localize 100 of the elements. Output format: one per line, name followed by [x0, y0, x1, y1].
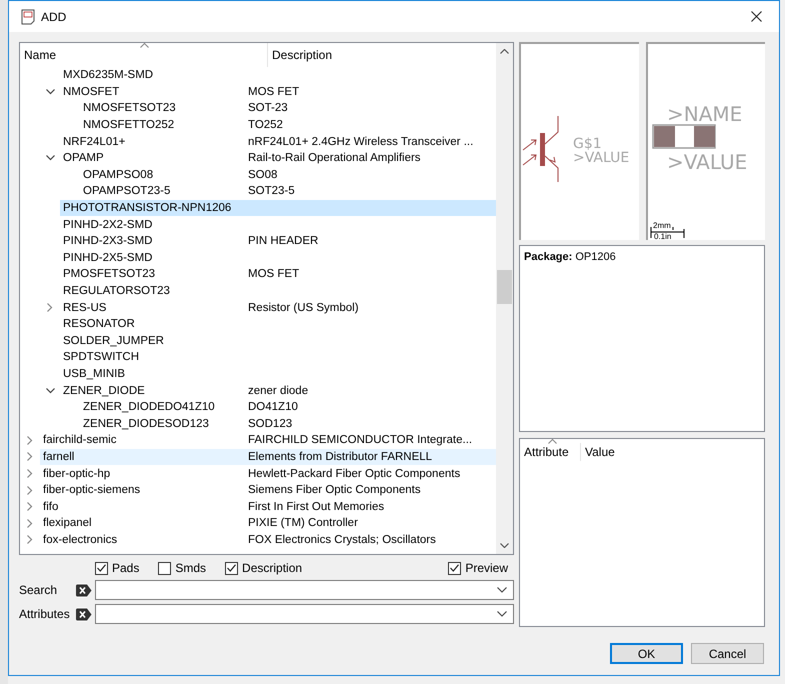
tree-row[interactable]: PHOTOTRANSISTOR-NPN1206 — [60, 200, 496, 216]
field-label: Search — [19, 583, 58, 597]
name-cell: PHOTOTRANSISTOR-NPN1206 — [63, 202, 232, 214]
tree-row[interactable]: fairchild-semic FAIRCHILD SEMICONDUCTOR Integrate... — [40, 432, 496, 449]
chevron-right-icon[interactable] — [27, 469, 33, 478]
description-cell: SOT23-5 — [248, 185, 295, 198]
chevron-right-icon[interactable] — [27, 518, 33, 528]
tree-row[interactable]: OPAMPSOT23-5 SOT23-5 — [80, 183, 496, 200]
tree-row[interactable]: OPAMPSO08 SO08 — [80, 166, 496, 184]
name-cell: SOLDER_JUMPER — [63, 334, 164, 347]
name-cell: OPAMP — [63, 152, 104, 164]
description-cell: PIN HEADER — [248, 235, 318, 248]
tree-row[interactable]: SPDTSWITCH — [60, 349, 496, 366]
tree-row[interactable]: SOLDER_JUMPER — [60, 332, 496, 350]
tree-row[interactable]: PINHD-2X3-SMD PIN HEADER — [60, 232, 496, 250]
tree-row[interactable]: MXD6235M-SMD — [60, 67, 496, 84]
column-header[interactable]: Description — [268, 43, 332, 67]
tree-row[interactable]: NMOSFET MOS FET — [60, 84, 496, 100]
tree-row[interactable]: USB_MINIB — [60, 366, 496, 382]
checkbox[interactable]: Smds — [158, 561, 206, 575]
scale-bar — [650, 226, 684, 238]
description-cell: Rail-to-Rail Operational Amplifiers — [248, 152, 421, 164]
chevron-right-icon[interactable] — [27, 486, 33, 495]
description-cell: SOT-23 — [248, 102, 288, 114]
dropdown-icon[interactable] — [497, 587, 507, 593]
chevron-down-icon[interactable] — [46, 88, 54, 95]
chevron-right-icon[interactable] — [27, 535, 33, 544]
description-cell: TO252 — [248, 119, 283, 132]
tree-row[interactable]: ZENER_DIODEDO41Z10 DO41Z10 — [80, 398, 496, 416]
name-cell: farnell — [43, 450, 74, 463]
tree-row[interactable]: RES-US Resistor (US Symbol) — [60, 299, 496, 316]
name-cell: NMOSFETSOT23 — [83, 102, 176, 114]
description-cell: DO41Z10 — [248, 401, 298, 414]
tree-row[interactable]: fiber-optic-hp Hewlett-Packard Fiber Optic Components — [40, 465, 496, 482]
name-cell: PINHD-2X3-SMD — [63, 235, 152, 248]
tree-row[interactable]: PINHD-2X5-SMD — [60, 250, 496, 266]
name-cell: ZENER_DIODESOD123 — [83, 418, 209, 430]
name-cell: fiber-optic-hp — [43, 468, 110, 480]
column-header[interactable]: Attribute — [520, 443, 581, 461]
tree-row[interactable]: PINHD-2X2-SMD — [60, 216, 496, 233]
column-header[interactable]: Name — [20, 43, 268, 67]
name-cell: USB_MINIB — [63, 368, 125, 380]
name-cell: RES-US — [63, 302, 106, 314]
tree-row[interactable]: fifo First In First Out Memories — [40, 498, 496, 516]
name-cell: OPAMPSOT23-5 — [83, 185, 170, 198]
name-cell: MXD6235M-SMD — [63, 69, 154, 82]
description-cell: Resistor (US Symbol) — [248, 302, 359, 314]
tree-row[interactable]: NRF24L01+ nRF24L01+ 2.4GHz Wireless Transceiver ... — [60, 133, 496, 150]
scrollbar-thumb[interactable] — [497, 270, 512, 304]
tree-row[interactable]: NMOSFETTO252 TO252 — [80, 116, 496, 134]
package-name-label: >NAME — [667, 102, 742, 126]
description-cell: zener diode — [248, 384, 308, 397]
description-cell: Elements from Distributor FARNELL — [248, 450, 432, 463]
chevron-down-icon[interactable] — [46, 155, 54, 162]
chevron-right-icon[interactable] — [27, 452, 33, 462]
name-cell: REGULATORSOT23 — [63, 285, 170, 298]
description-cell: MOS FET — [248, 268, 300, 280]
description-cell: First In First Out Memories — [248, 500, 384, 513]
tree-row[interactable]: NMOSFETSOT23 SOT-23 — [80, 100, 496, 117]
cancel-button[interactable]: Cancel — [691, 643, 764, 664]
package-value-label: >VALUE — [667, 150, 748, 174]
tree-row[interactable]: OPAMP Rail-to-Rail Operational Amplifiers — [60, 150, 496, 167]
tree-row[interactable]: flexipanel PIXIE (TM) Controller — [40, 515, 496, 532]
tree-row[interactable]: RESONATOR — [60, 316, 496, 332]
ok-button[interactable]: OK — [610, 643, 683, 664]
description-cell: FOX Electronics Crystals; Oscillators — [248, 534, 436, 546]
scroll-up-icon[interactable] — [500, 49, 509, 54]
description-cell: nRF24L01+ 2.4GHz Wireless Transceiver ... — [248, 136, 474, 148]
name-cell: PINHD-2X2-SMD — [63, 218, 152, 231]
checkbox[interactable]: Description — [225, 561, 302, 575]
combo-field[interactable] — [95, 604, 514, 624]
clear-icon[interactable] — [74, 584, 92, 596]
chevron-right-icon[interactable] — [27, 436, 33, 445]
combo-field[interactable] — [95, 580, 514, 600]
tree-row[interactable]: fiber-optic-siemens Siemens Fiber Optic Components — [40, 482, 496, 498]
chevron-right-icon[interactable] — [47, 303, 53, 312]
tree-row[interactable]: ZENER_DIODE zener diode — [60, 382, 496, 399]
chevron-down-icon[interactable] — [46, 388, 54, 394]
description-cell: FAIRCHILD SEMICONDUCTOR Integrate... — [248, 434, 472, 446]
scale-label: 2mm — [653, 221, 671, 230]
name-cell: NMOSFETTO252 — [83, 119, 174, 132]
smd-pads-drawing — [652, 124, 716, 149]
tree-row[interactable]: PMOSFETSOT23 MOS FET — [60, 266, 496, 283]
scroll-down-icon[interactable] — [500, 543, 509, 548]
checkbox[interactable]: Preview — [448, 561, 508, 575]
tree-row[interactable]: REGULATORSOT23 — [60, 282, 496, 300]
column-header[interactable]: Value — [581, 443, 615, 461]
name-cell: NRF24L01+ — [63, 136, 126, 148]
tree-row[interactable]: ZENER_DIODESOD123 SOD123 — [80, 415, 496, 432]
dropdown-icon[interactable] — [497, 611, 507, 617]
package-info: Package: OP1206 — [524, 251, 616, 263]
name-cell: ZENER_DIODEDO41Z10 — [83, 401, 215, 414]
clear-icon[interactable] — [74, 608, 92, 620]
chevron-right-icon[interactable] — [27, 502, 33, 512]
scrollbar[interactable] — [496, 43, 513, 554]
tree-row[interactable]: fox-electronics FOX Electronics Crystals; Oscillators — [40, 532, 496, 548]
checkmark-icon — [450, 564, 460, 572]
tree-row[interactable]: farnell Elements from Distributor FARNELL — [40, 448, 496, 466]
checkbox[interactable]: Pads — [95, 561, 140, 575]
description-cell: SOD123 — [248, 418, 292, 430]
